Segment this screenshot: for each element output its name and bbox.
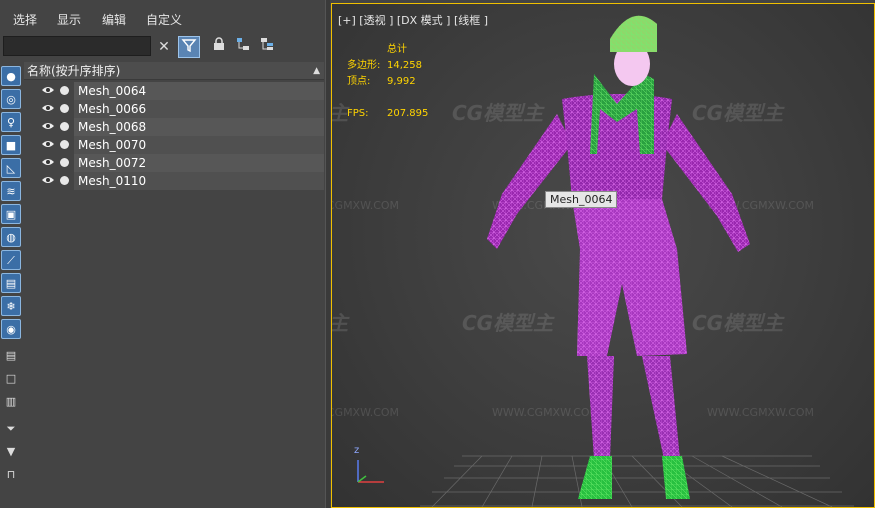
frozen-filter-icon[interactable]: ❄	[1, 296, 21, 316]
eye-icon[interactable]	[42, 86, 54, 94]
filter-icon[interactable]	[178, 36, 200, 58]
panel-splitter[interactable]	[325, 0, 330, 508]
hierarchy-icon[interactable]	[232, 36, 254, 58]
bones-filter-icon[interactable]: ⟋	[1, 250, 21, 270]
eye-icon[interactable]	[42, 140, 54, 148]
groups-filter-icon[interactable]: ▣	[1, 204, 21, 224]
eye-icon[interactable]	[42, 176, 54, 184]
menu-select[interactable]: 选择	[13, 11, 37, 28]
geometry-filter-icon[interactable]: ●	[1, 66, 21, 86]
clear-search-icon[interactable]: ✕	[153, 36, 175, 58]
perspective-viewport[interactable]: CG模型主 CG模型主 CG模型主 CG模型主 CG模型主 CG模型主 WWW.…	[331, 3, 875, 508]
viewport-label-menu[interactable]: [+] [透视 ] [DX 模式 ] [线框 ]	[338, 12, 488, 28]
list-item[interactable]: Mesh_0072	[22, 154, 324, 172]
layer-icon[interactable]: ⊓	[1, 465, 21, 485]
viewport-statistics: 总计 多边形: 14,258 顶点: 9,992 FPS: 207.895	[347, 42, 428, 122]
list-item[interactable]: Mesh_0064	[22, 82, 324, 100]
stats-poly-label: 多边形:	[347, 60, 381, 71]
list-item-label: Mesh_0066	[74, 100, 324, 118]
menu-display[interactable]: 显示	[57, 11, 81, 28]
list-item-label: Mesh_0064	[74, 82, 324, 100]
menu-customize[interactable]: 自定义	[146, 11, 182, 28]
menu-bar: 选择 显示 编辑 自定义	[0, 0, 330, 34]
display-none-icon[interactable]: □	[1, 369, 21, 389]
render-dot-icon[interactable]	[60, 176, 69, 185]
list-item-label: Mesh_0068	[74, 118, 324, 136]
menu-edit[interactable]: 编辑	[102, 11, 126, 28]
lock-icon[interactable]	[208, 36, 230, 58]
scene-explorer: 名称(按升序排序) ▲ Mesh_0064 Mesh_0066 Mesh_006…	[22, 62, 325, 508]
list-item[interactable]: Mesh_0066	[22, 100, 324, 118]
list-item-label: Mesh_0070	[74, 136, 324, 154]
stats-vert-value: 9,992	[387, 76, 416, 87]
render-dot-icon[interactable]	[60, 140, 69, 149]
render-dot-icon[interactable]	[60, 104, 69, 113]
sort-ascending-icon[interactable]: ▲	[313, 62, 320, 80]
axis-gizmo	[357, 460, 384, 483]
filter-sidebar: ● ◎ ♀ ■ ◺ ≋ ▣ ◍ ⟋ ▤ ❄ ◉ ▤ □ ▥ ⏷ ▼ ⊓	[0, 62, 22, 508]
filter-settings-icon[interactable]: ⏷	[1, 419, 21, 439]
name-column-label: 名称(按升序排序)	[27, 64, 121, 78]
stats-fps-label: FPS:	[347, 108, 369, 119]
shapes-filter-icon[interactable]: ◎	[1, 89, 21, 109]
stats-vert-label: 顶点:	[347, 76, 371, 87]
list-item[interactable]: Mesh_0110	[22, 172, 324, 190]
list-item-label: Mesh_0110	[74, 172, 324, 190]
containers-filter-icon[interactable]: ▤	[1, 273, 21, 293]
eye-icon[interactable]	[42, 158, 54, 166]
eye-icon[interactable]	[42, 104, 54, 112]
name-column-header[interactable]: 名称(按升序排序) ▲	[24, 62, 324, 80]
helpers-filter-icon[interactable]: ◺	[1, 158, 21, 178]
xref-filter-icon[interactable]: ◍	[1, 227, 21, 247]
invert-display-icon[interactable]: ▥	[1, 392, 21, 412]
axis-z-label: z	[354, 445, 360, 456]
list-item[interactable]: Mesh_0070	[22, 136, 324, 154]
eye-icon[interactable]	[42, 122, 54, 130]
cameras-filter-icon[interactable]: ■	[1, 135, 21, 155]
layer-hierarchy-icon[interactable]	[256, 36, 278, 58]
render-dot-icon[interactable]	[60, 122, 69, 131]
list-item-label: Mesh_0072	[74, 154, 324, 172]
object-tooltip: Mesh_0064	[545, 191, 618, 208]
search-input[interactable]	[3, 36, 151, 56]
stats-total-label: 总计	[387, 44, 407, 55]
list-item[interactable]: Mesh_0068	[22, 118, 324, 136]
spacewarps-filter-icon[interactable]: ≋	[1, 181, 21, 201]
funnel-icon[interactable]: ▼	[1, 442, 21, 462]
render-dot-icon[interactable]	[60, 86, 69, 95]
display-all-icon[interactable]: ▤	[1, 346, 21, 366]
stats-fps-value: 207.895	[387, 108, 429, 119]
stats-poly-value: 14,258	[387, 60, 422, 71]
render-dot-icon[interactable]	[60, 158, 69, 167]
hidden-filter-icon[interactable]: ◉	[1, 319, 21, 339]
lights-filter-icon[interactable]: ♀	[1, 112, 21, 132]
explorer-toolbar: ✕	[0, 34, 330, 60]
